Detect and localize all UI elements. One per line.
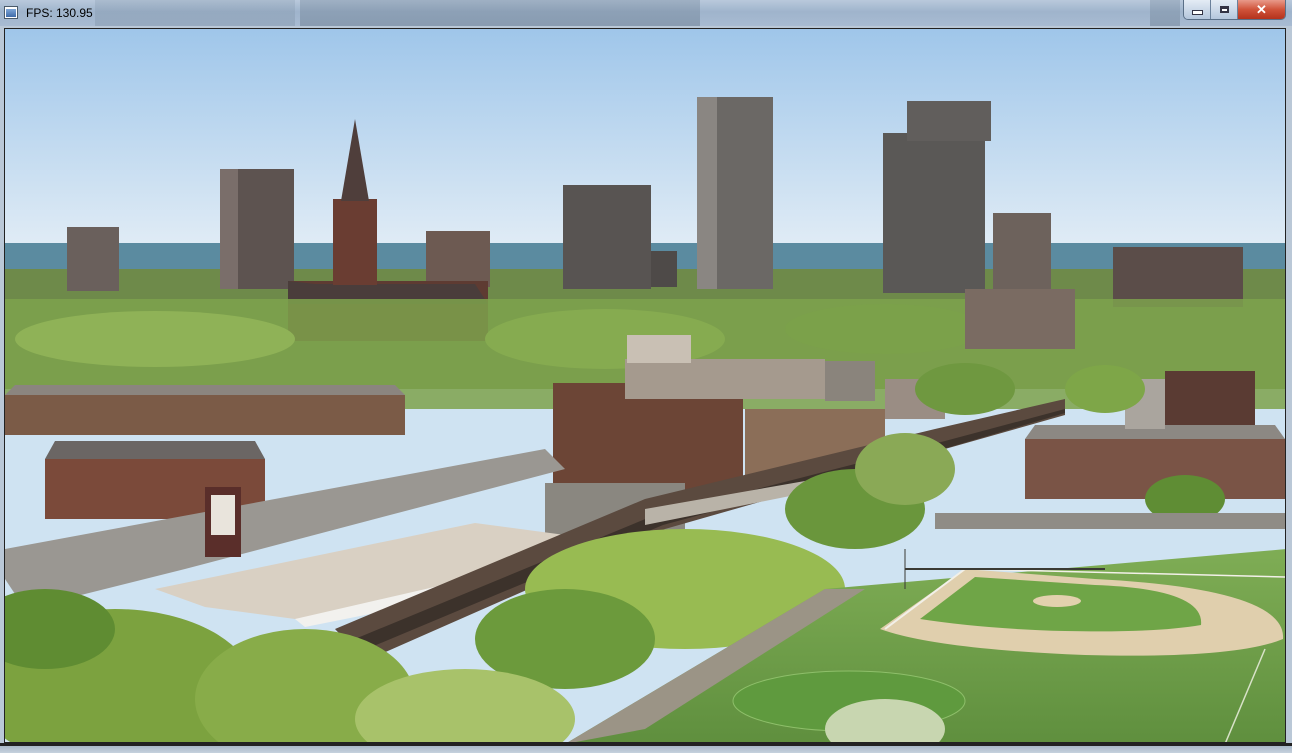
app-icon <box>4 6 18 19</box>
title-bar[interactable]: FPS: 130.95 ✕ <box>0 0 1292 26</box>
maximize-icon <box>1219 6 1229 13</box>
fps-counter: FPS: 130.95 <box>26 6 93 20</box>
minimize-icon <box>1191 10 1203 15</box>
close-icon: ✕ <box>1256 1 1267 17</box>
blurred-background-region <box>1150 0 1180 26</box>
maximize-button[interactable] <box>1211 0 1238 19</box>
window-bottom-border <box>0 743 1292 753</box>
close-button[interactable]: ✕ <box>1238 0 1285 19</box>
blurred-background-region <box>300 0 700 26</box>
video-frame-image <box>5 29 1285 742</box>
blurred-background-region <box>95 0 295 26</box>
minimize-button[interactable] <box>1184 0 1211 19</box>
window-controls: ✕ <box>1183 0 1286 20</box>
pitchers-mound <box>1033 595 1081 607</box>
video-viewport[interactable] <box>4 28 1286 743</box>
street-right <box>935 513 1285 529</box>
